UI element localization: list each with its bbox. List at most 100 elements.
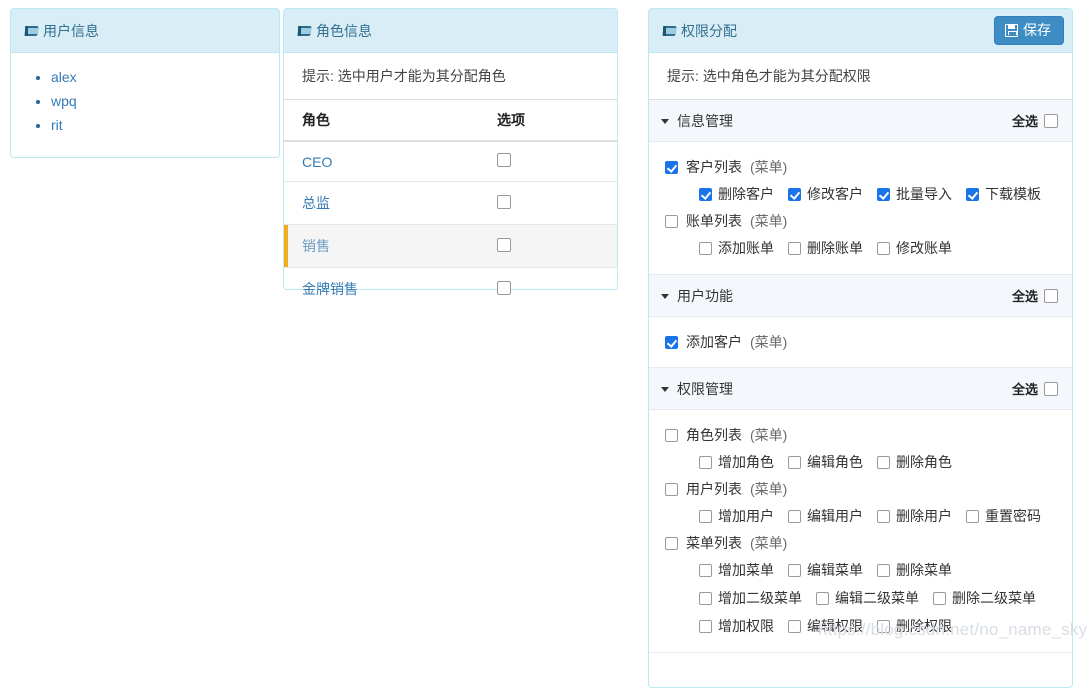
permission-header: 权限分配 保存 bbox=[649, 9, 1072, 53]
group-header-permission-management[interactable]: 权限管理 全选 bbox=[649, 368, 1072, 410]
permission-parent-row[interactable]: 用户列表 (菜单) bbox=[665, 476, 1058, 502]
permission-child[interactable]: 删除二级菜单 bbox=[933, 588, 1036, 608]
role-checkbox[interactable] bbox=[497, 237, 511, 252]
group-body-info-management: 客户列表 (菜单) 删除客户 修改客户 批量导入 下载模板 账单列表 (菜单) … bbox=[649, 142, 1072, 275]
permission-checkbox[interactable] bbox=[665, 428, 678, 442]
permission-checkbox[interactable] bbox=[699, 563, 712, 577]
table-row[interactable]: 总监 bbox=[284, 181, 617, 225]
permission-parent-row[interactable]: 账单列表 (菜单) bbox=[665, 208, 1058, 234]
permission-child[interactable]: 删除账单 bbox=[788, 238, 863, 258]
table-row[interactable]: CEO bbox=[284, 141, 617, 182]
role-link[interactable]: CEO bbox=[302, 154, 332, 170]
permission-checkbox[interactable] bbox=[877, 563, 890, 577]
role-link[interactable]: 总监 bbox=[302, 195, 330, 211]
permission-child[interactable]: 编辑二级菜单 bbox=[816, 588, 919, 608]
permission-checkbox[interactable] bbox=[699, 187, 712, 201]
permission-checkbox[interactable] bbox=[699, 591, 712, 605]
permission-checkbox[interactable] bbox=[788, 455, 801, 469]
permission-checkbox[interactable] bbox=[788, 241, 801, 255]
permission-child[interactable]: 下载模板 bbox=[966, 184, 1041, 204]
permission-child[interactable]: 删除菜单 bbox=[877, 560, 952, 580]
permission-checkbox[interactable] bbox=[877, 187, 890, 201]
group-header-user-functions[interactable]: 用户功能 全选 bbox=[649, 275, 1072, 317]
permission-child[interactable]: 增加角色 bbox=[699, 452, 774, 472]
permission-checkbox[interactable] bbox=[877, 509, 890, 523]
role-checkbox[interactable] bbox=[497, 194, 511, 209]
list-item: wpq bbox=[51, 93, 279, 109]
permission-checkbox[interactable] bbox=[699, 509, 712, 523]
save-button-label: 保存 bbox=[1023, 22, 1051, 38]
permission-child[interactable]: 删除客户 bbox=[699, 184, 774, 204]
permission-children-row: 增加角色 编辑角色 删除角色 bbox=[665, 448, 1058, 476]
role-checkbox[interactable] bbox=[497, 153, 511, 167]
permission-checkbox[interactable] bbox=[699, 619, 712, 633]
permission-child[interactable]: 删除权限 bbox=[877, 616, 952, 636]
select-all-checkbox[interactable] bbox=[1044, 288, 1058, 303]
permission-child[interactable]: 增加菜单 bbox=[699, 560, 774, 580]
permission-child[interactable]: 修改客户 bbox=[788, 184, 863, 204]
menu-tag: (菜单) bbox=[750, 427, 788, 443]
permission-checkbox[interactable] bbox=[665, 482, 678, 496]
permission-child[interactable]: 编辑角色 bbox=[788, 452, 863, 472]
permission-child[interactable]: 重置密码 bbox=[966, 506, 1041, 526]
role-link[interactable]: 金牌销售 bbox=[302, 281, 358, 297]
permission-checkbox[interactable] bbox=[877, 241, 890, 255]
permission-checkbox[interactable] bbox=[788, 619, 801, 633]
book-icon bbox=[24, 25, 40, 37]
permission-checkbox[interactable] bbox=[816, 591, 829, 605]
user-link[interactable]: alex bbox=[51, 69, 77, 85]
permission-child[interactable]: 增加用户 bbox=[699, 506, 774, 526]
permission-checkbox[interactable] bbox=[877, 619, 890, 633]
permission-child[interactable]: 编辑权限 bbox=[788, 616, 863, 636]
permission-checkbox[interactable] bbox=[665, 160, 678, 174]
permission-checkbox[interactable] bbox=[966, 509, 979, 523]
permission-parent-row[interactable]: 角色列表 (菜单) bbox=[665, 422, 1058, 448]
permission-child[interactable]: 增加权限 bbox=[699, 616, 774, 636]
permission-checkbox[interactable] bbox=[665, 536, 678, 550]
role-info-title: 角色信息 bbox=[297, 21, 372, 41]
permission-child[interactable]: 编辑菜单 bbox=[788, 560, 863, 580]
role-link[interactable]: 销售 bbox=[302, 238, 330, 254]
permission-parent-row[interactable]: 添加客户 (菜单) bbox=[665, 329, 1058, 355]
permission-child[interactable]: 批量导入 bbox=[877, 184, 952, 204]
permission-child[interactable]: 删除角色 bbox=[877, 452, 952, 472]
permission-parent-row[interactable]: 客户列表 (菜单) bbox=[665, 154, 1058, 180]
permission-checkbox[interactable] bbox=[966, 187, 979, 201]
permission-child[interactable]: 修改账单 bbox=[877, 238, 952, 258]
permission-label: 增加角色 bbox=[718, 454, 774, 470]
permission-child[interactable]: 添加账单 bbox=[699, 238, 774, 258]
chevron-down-icon[interactable] bbox=[661, 387, 669, 392]
user-info-title: 用户信息 bbox=[24, 21, 99, 41]
permission-child[interactable]: 编辑用户 bbox=[788, 506, 863, 526]
permission-child[interactable]: 删除用户 bbox=[877, 506, 952, 526]
permission-child[interactable]: 增加二级菜单 bbox=[699, 588, 802, 608]
table-row-selected[interactable]: 销售 bbox=[284, 224, 617, 268]
select-all-checkbox[interactable] bbox=[1044, 113, 1058, 128]
permission-checkbox[interactable] bbox=[877, 455, 890, 469]
permission-checkbox[interactable] bbox=[699, 455, 712, 469]
chevron-down-icon[interactable] bbox=[661, 119, 669, 124]
menu-tag: (菜单) bbox=[750, 481, 788, 497]
role-checkbox[interactable] bbox=[497, 280, 511, 295]
select-all-checkbox[interactable] bbox=[1044, 381, 1058, 396]
permission-parent-row[interactable]: 菜单列表 (菜单) bbox=[665, 530, 1058, 556]
permission-checkbox[interactable] bbox=[933, 591, 946, 605]
permission-checkbox[interactable] bbox=[788, 187, 801, 201]
permission-checkbox[interactable] bbox=[699, 241, 712, 255]
permission-checkbox[interactable] bbox=[788, 509, 801, 523]
permission-checkbox[interactable] bbox=[788, 563, 801, 577]
permission-checkbox[interactable] bbox=[665, 214, 678, 228]
permission-checkbox[interactable] bbox=[665, 335, 678, 349]
user-link[interactable]: wpq bbox=[51, 93, 77, 109]
user-link[interactable]: rit bbox=[51, 117, 63, 133]
chevron-down-icon[interactable] bbox=[661, 294, 669, 299]
group-header-info-management[interactable]: 信息管理 全选 bbox=[649, 100, 1072, 142]
permission-label: 编辑用户 bbox=[807, 508, 863, 524]
table-row[interactable]: 金牌销售 bbox=[284, 268, 617, 311]
group-select-all[interactable]: 全选 bbox=[1012, 286, 1058, 305]
group-select-all[interactable]: 全选 bbox=[1012, 111, 1058, 130]
save-button[interactable]: 保存 bbox=[994, 16, 1064, 45]
role-table: 角色 选项 CEO 总监 销售 金牌销售 bbox=[284, 100, 617, 310]
group-select-all[interactable]: 全选 bbox=[1012, 379, 1058, 398]
permission-children-row: 增加菜单 编辑菜单 删除菜单 bbox=[665, 556, 1058, 584]
